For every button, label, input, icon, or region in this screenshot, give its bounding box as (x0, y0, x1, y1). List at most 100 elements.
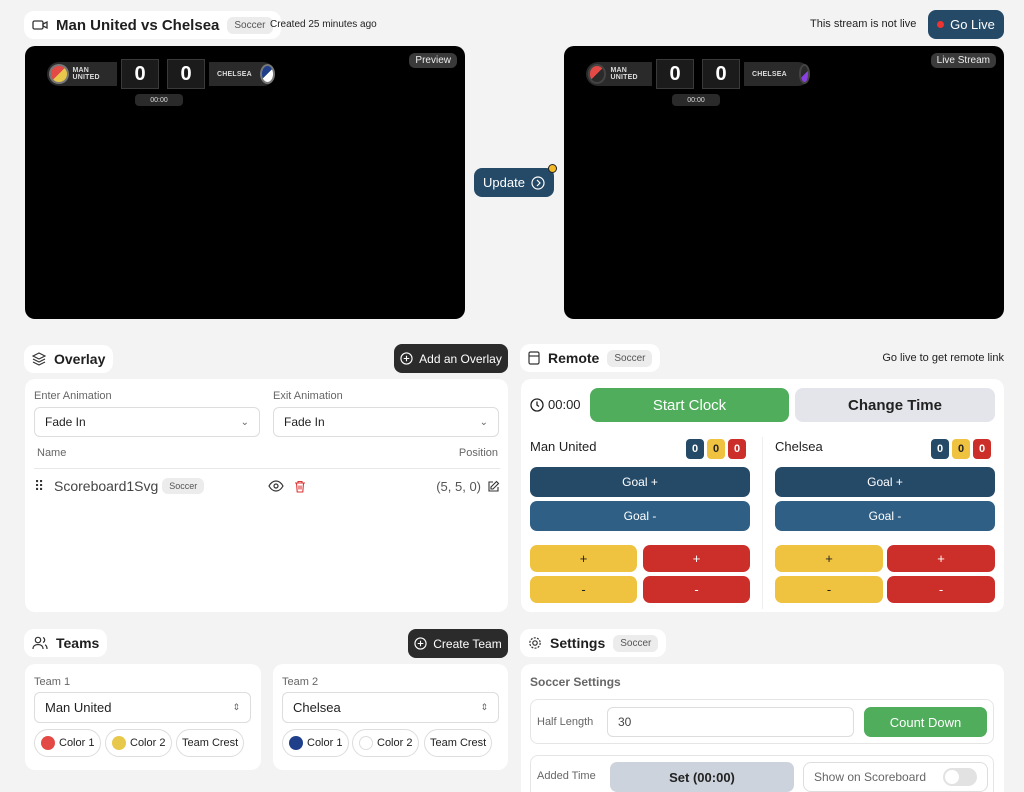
red-card-plus-button[interactable]: + (887, 545, 995, 572)
change-time-button[interactable]: Change Time (795, 388, 995, 422)
edit-icon[interactable] (487, 480, 500, 493)
teams-heading: Teams (24, 629, 108, 657)
eye-icon[interactable] (268, 480, 285, 492)
team-1-color-2-button[interactable]: Color 2 (105, 729, 173, 757)
plus-circle-icon (400, 352, 413, 365)
live-stream-label: Live Stream (930, 53, 996, 68)
add-overlay-button[interactable]: Add an Overlay (394, 344, 508, 373)
yellow-card-count: 0 (707, 439, 725, 459)
start-clock-button[interactable]: Start Clock (590, 388, 789, 422)
go-live-button[interactable]: Go Live (928, 10, 1004, 39)
remote-link-text: Go live to get remote link (882, 352, 1004, 364)
half-length-input[interactable]: 30 (607, 707, 854, 737)
clock-icon (530, 397, 544, 412)
live-status-text: This stream is not live (810, 18, 917, 30)
goal-plus-button[interactable]: Goal + (530, 467, 750, 497)
created-text: Created 25 minutes ago (270, 19, 377, 30)
team-2-crest-button[interactable]: Team Crest (424, 729, 493, 757)
live-stream-video: Live Stream MAN UNITED 0 0 CHELSEA 00:00 (564, 46, 1004, 319)
live-away-team: CHELSEA (752, 70, 787, 78)
exit-animation-label: Exit Animation (273, 390, 343, 402)
team-1-label: Team 1 (34, 676, 71, 688)
name-column-header: Name (37, 447, 67, 459)
red-card-minus-button[interactable]: - (887, 576, 995, 603)
half-length-row: Half Length 30 Count Down (530, 699, 994, 744)
yellow-card-plus-button[interactable]: + (530, 545, 637, 572)
away-crest-icon (259, 64, 275, 84)
overlay-row[interactable]: ⠿ Scoreboard1Svg Soccer (5, 5, 0) (34, 474, 500, 498)
stream-title: Man United vs Chelsea (56, 16, 220, 34)
preview-home-score: 0 (121, 59, 159, 89)
position-column-header: Position (458, 447, 498, 459)
count-down-button[interactable]: Count Down (864, 707, 987, 737)
users-icon (32, 636, 48, 650)
exit-animation-select[interactable]: Fade In ⌄ (273, 407, 499, 437)
settings-card: Soccer Settings Half Length 30 Count Dow… (521, 664, 1004, 792)
drag-handle-icon[interactable]: ⠿ (34, 478, 54, 495)
color-swatch (112, 736, 126, 750)
preview-clock: 00:00 (135, 94, 183, 106)
preview-video: Preview MAN UNITED 0 0 CHELSEA 00:00 (25, 46, 465, 319)
enter-animation-select[interactable]: Fade In ⌄ (34, 407, 260, 437)
team-1-color-1-button[interactable]: Color 1 (34, 729, 102, 757)
overlay-sport-badge: Soccer (162, 478, 205, 494)
team-1-card: Team 1 Man United ⇕ Color 1 Color 2 Team… (25, 664, 261, 770)
team-1-crest-button[interactable]: Team Crest (176, 729, 245, 757)
team-2-color-1-button[interactable]: Color 1 (282, 729, 350, 757)
team-1-select[interactable]: Man United ⇕ (34, 692, 251, 723)
calculator-icon (528, 351, 540, 365)
live-home-team: MAN UNITED (610, 67, 638, 81)
update-button[interactable]: Update (474, 168, 554, 197)
team-2-color-2-button[interactable]: Color 2 (352, 729, 420, 757)
create-team-button[interactable]: Create Team (408, 629, 508, 658)
away-crest-icon (798, 64, 810, 84)
goal-minus-button[interactable]: Goal - (530, 501, 750, 531)
goal-plus-button[interactable]: Goal + (775, 467, 995, 497)
live-away-score: 0 (702, 59, 740, 89)
added-time-row: Added Time Set (00:00) Show on Scoreboar… (530, 755, 994, 792)
color-swatch (41, 736, 55, 750)
live-dot-icon (937, 21, 945, 28)
plus-circle-icon (414, 637, 427, 650)
set-added-time-button[interactable]: Set (00:00) (610, 762, 794, 792)
live-home-score: 0 (656, 59, 694, 89)
score-count: 0 (931, 439, 949, 459)
remote-sport-badge: Soccer (607, 349, 653, 367)
yellow-card-minus-button[interactable]: - (775, 576, 883, 603)
show-on-scoreboard-toggle-row[interactable]: Show on Scoreboard (803, 762, 988, 792)
remote-team-name: Man United (530, 439, 597, 454)
toggle-switch[interactable] (943, 768, 977, 786)
red-card-count: 0 (973, 439, 991, 459)
red-card-minus-button[interactable]: - (643, 576, 750, 603)
yellow-card-minus-button[interactable]: - (530, 576, 637, 603)
remote-clock: 00:00 (530, 397, 581, 412)
home-crest-icon (49, 64, 69, 84)
half-length-label: Half Length (537, 716, 594, 728)
preview-away-score: 0 (167, 59, 205, 89)
live-scoreboard: MAN UNITED 0 0 CHELSEA 00:00 (586, 59, 810, 106)
home-crest-icon (588, 64, 607, 84)
yellow-card-plus-button[interactable]: + (775, 545, 883, 572)
added-time-label: Added Time (537, 770, 596, 782)
team-2-select[interactable]: Chelsea ⇕ (282, 692, 499, 723)
remote-heading: Remote Soccer (520, 344, 661, 372)
video-camera-icon (32, 20, 48, 30)
arrow-circle-icon (531, 175, 545, 190)
chevron-up-down-icon: ⇕ (480, 702, 488, 712)
chevron-up-down-icon: ⇕ (232, 702, 240, 712)
color-swatch (359, 736, 373, 750)
enter-animation-label: Enter Animation (34, 390, 112, 402)
remote-card: 00:00 Start Clock Change Time Man United… (521, 379, 1004, 612)
preview-label: Preview (409, 53, 457, 68)
settings-sport-badge: Soccer (613, 634, 659, 652)
red-card-count: 0 (728, 439, 746, 459)
preview-scoreboard: MAN UNITED 0 0 CHELSEA 00:00 (47, 59, 275, 106)
preview-home-team: MAN UNITED (72, 67, 100, 81)
trash-icon[interactable] (294, 480, 306, 493)
team-2-card: Team 2 Chelsea ⇕ Color 1 Color 2 Team Cr… (273, 664, 508, 770)
red-card-plus-button[interactable]: + (643, 545, 750, 572)
gear-icon (529, 637, 541, 649)
live-clock: 00:00 (672, 94, 720, 106)
soccer-settings-heading: Soccer Settings (530, 675, 621, 689)
goal-minus-button[interactable]: Goal - (775, 501, 995, 531)
